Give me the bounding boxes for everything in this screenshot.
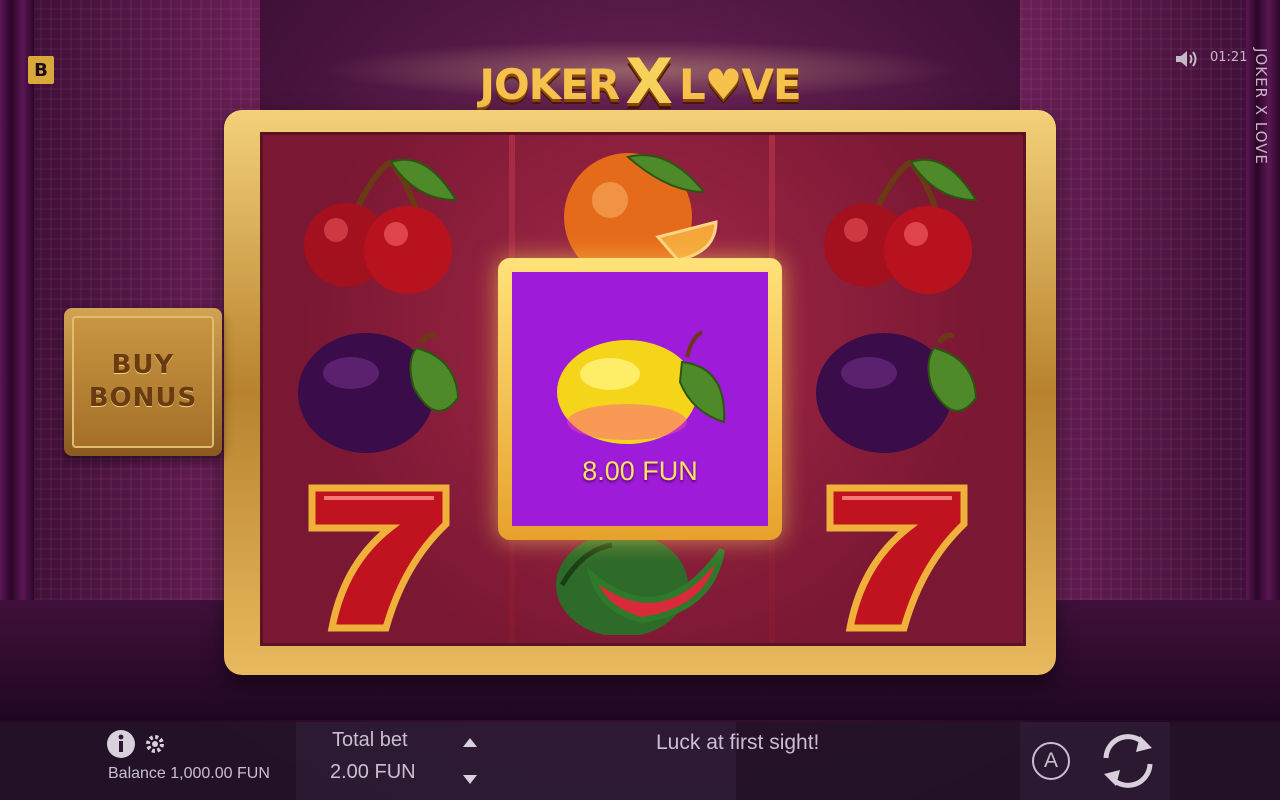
brand-badge: B	[28, 56, 54, 84]
bet-decrease-button[interactable]	[460, 772, 480, 791]
orange-symbol	[564, 153, 718, 262]
autoplay-button[interactable]: A	[1028, 740, 1074, 782]
info-icon[interactable]	[106, 729, 136, 763]
buy-bonus-button[interactable]: BUY BONUS	[64, 308, 222, 456]
autoplay-label: A	[1043, 749, 1058, 772]
clock: 01:21	[1210, 50, 1248, 65]
cherry-symbol	[304, 158, 458, 294]
win-amount: 8.00 FUN	[582, 456, 698, 486]
buy-bonus-face: BUY BONUS	[72, 316, 214, 448]
lemon-symbol	[557, 330, 726, 444]
speaker-icon[interactable]	[1174, 48, 1198, 70]
arrow-down-icon	[463, 775, 477, 784]
spin-icon	[1103, 734, 1153, 788]
spin-button[interactable]	[1094, 728, 1162, 798]
buy-bonus-line1: BUY	[111, 350, 175, 380]
logo-love: L♥VE	[679, 59, 802, 109]
seven-symbol	[826, 484, 968, 632]
win-highlight: 8.00 FUN	[498, 258, 782, 540]
logo-x: X	[625, 44, 674, 118]
cherry-symbol	[824, 158, 978, 294]
game-side-title: JOKER X LOVE	[1252, 48, 1270, 165]
win-panel: 8.00 FUN	[512, 272, 768, 526]
balance-label: Balance 1,000.00 FUN	[108, 765, 270, 782]
total-bet-value: 2.00 FUN	[330, 761, 416, 783]
total-bet-label: Total bet	[332, 729, 408, 751]
logo-joker: JOKER	[479, 59, 620, 109]
plum-symbol	[298, 332, 460, 453]
buy-bonus-line2: BONUS	[88, 383, 198, 413]
gear-icon[interactable]	[144, 733, 166, 759]
seven-symbol	[308, 484, 450, 632]
arrow-up-icon	[463, 738, 477, 747]
status-message: Luck at first sight!	[656, 731, 820, 754]
bet-increase-button[interactable]	[460, 734, 480, 753]
watermelon-symbol	[556, 540, 725, 635]
plum-symbol	[816, 332, 978, 453]
